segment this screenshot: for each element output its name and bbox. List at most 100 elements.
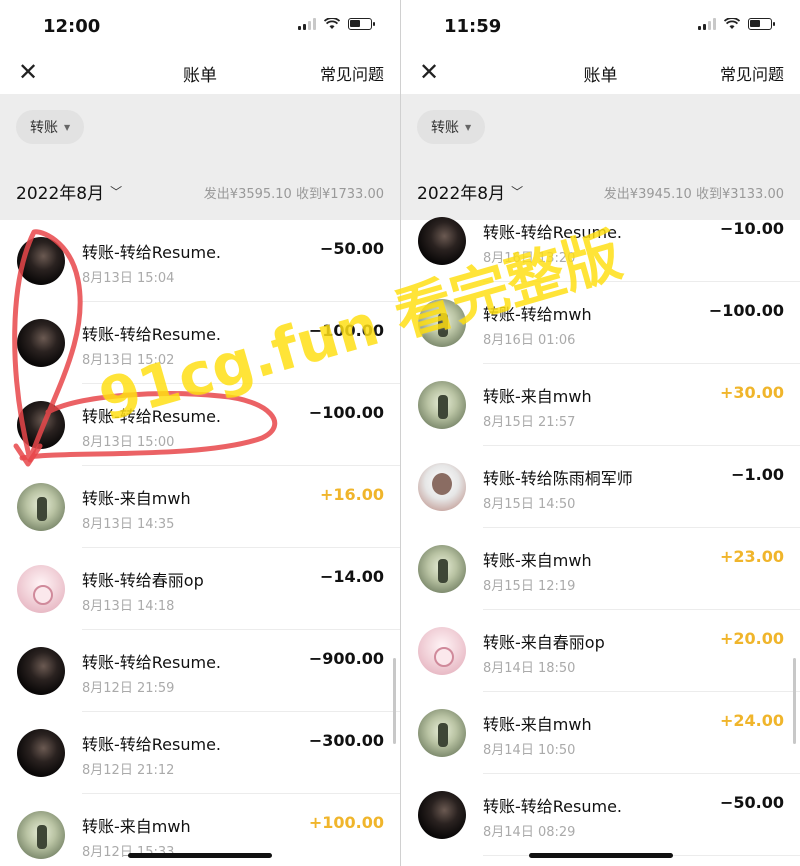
type-filter-dropdown[interactable]: 转账 ▼ [417,110,486,144]
transaction-row[interactable]: 转账-转给Resume. 8月13日 15:02 −100.00 [0,302,400,384]
wifi-icon [724,18,740,29]
filter-label: 转账 [30,120,58,136]
avatar [418,709,466,757]
transaction-row[interactable]: 转账-转给Resume. 8月13日 15:04 −50.00 [0,220,400,302]
transaction-title: 转账-转给Resume. [82,735,222,754]
battery-icon [748,18,775,30]
transaction-row[interactable]: 转账-转给陈雨桐军师 8月15日 14:50 −1.00 [401,446,800,528]
transaction-row[interactable]: 转账-来自春丽op 8月14日 18:50 +20.00 [401,610,800,692]
avatar [17,319,65,367]
scrollbar[interactable] [393,658,396,744]
transaction-title: 转账-转给Resume. [82,407,222,426]
month-bar: 2022年8月 ﹀ 发出¥3595.10 收到¥1733.00 [0,162,400,220]
transaction-time: 8月13日 15:04 [82,271,175,286]
status-time: 11:59 [444,16,502,37]
transaction-time: 8月15日 12:19 [483,579,576,594]
transaction-row[interactable]: 转账-转给Resume. 8月14日 08:29 −50.00 [401,774,800,856]
transaction-row[interactable]: 转账-转给Resume. 8月13日 15:00 −100.00 [0,384,400,466]
avatar [17,647,65,695]
avatar [17,237,65,285]
transaction-row[interactable]: 转账-来自mwh 8月15日 12:19 +23.00 [401,528,800,610]
status-bar: 12:00 [0,0,400,52]
caret-down-icon: ▼ [64,122,71,132]
month-label: 2022年8月 [16,184,105,204]
transaction-time: 8月13日 14:18 [82,599,175,614]
transaction-row[interactable]: 转账-转给Resume. 8月16日 13:20 −10.00 [401,200,800,282]
wifi-icon [324,18,340,29]
transaction-amount: +16.00 [319,485,384,504]
transaction-amount: −100.00 [308,321,384,340]
battery-icon [348,18,375,30]
transaction-amount: +30.00 [719,383,784,402]
scrollbar[interactable] [793,658,796,744]
transaction-time: 8月16日 01:06 [483,333,576,348]
transaction-amount: −50.00 [719,793,784,812]
filter-label: 转账 [431,120,459,136]
avatar [418,299,466,347]
transaction-title: 转账-转给Resume. [82,243,222,262]
avatar [17,811,65,859]
transaction-amount: −50.00 [319,239,384,258]
caret-down-icon: ▼ [465,122,472,132]
transaction-row[interactable]: 转账-来自mwh 8月13日 14:35 +16.00 [0,466,400,548]
transaction-title: 转账-来自mwh [483,551,592,570]
avatar [418,791,466,839]
transaction-row[interactable]: 转账-来自mwh 8月15日 21:57 +30.00 [401,364,800,446]
transaction-time: 8月16日 13:20 [483,251,576,266]
transaction-amount: −300.00 [308,731,384,750]
cellular-signal-icon [698,18,716,30]
transaction-time: 8月14日 10:50 [483,743,576,758]
chevron-down-icon: ﹀ [511,185,524,199]
transaction-title: 转账-来自mwh [483,387,592,406]
month-selector[interactable]: 2022年8月 ﹀ [16,179,122,204]
status-icons [298,18,375,30]
transaction-amount: −10.00 [719,219,784,238]
filter-area: 转账 ▼ [401,94,800,162]
transaction-title: 转账-来自春丽op [483,633,605,652]
transaction-amount: +20.00 [719,629,784,648]
transaction-title: 转账-转给陈雨桐军师 [483,469,633,488]
transaction-list: 转账-转给Resume. 8月13日 15:04 −50.00 转账-转给Resume… [0,220,400,866]
transaction-time: 8月13日 15:00 [82,435,175,450]
cellular-signal-icon [298,18,316,30]
transaction-title: 转账-转给Resume. [82,325,222,344]
transaction-time: 8月15日 14:50 [483,497,576,512]
transaction-amount: −100.00 [308,403,384,422]
avatar [17,729,65,777]
transaction-amount: +100.00 [308,813,384,832]
avatar [418,627,466,675]
avatar [17,565,65,613]
nav-bar: ✕ 账单 常见问题 [0,52,400,94]
type-filter-dropdown[interactable]: 转账 ▼ [16,110,85,144]
transaction-row[interactable]: 转账-来自mwh 8月14日 10:50 +24.00 [401,692,800,774]
home-indicator[interactable] [528,853,673,858]
transaction-title: 转账-来自mwh [82,817,191,836]
avatar [17,401,65,449]
home-indicator[interactable] [128,853,272,858]
avatar [418,545,466,593]
transaction-row[interactable]: 转账-转给Resume. 8月12日 21:59 −900.00 [0,630,400,712]
transaction-row[interactable]: 转账-转给mwh 8月16日 01:06 −100.00 [401,282,800,364]
transaction-amount: −1.00 [731,465,784,484]
avatar [418,381,466,429]
transaction-title: 转账-转给Resume. [483,797,623,816]
transaction-row[interactable]: 转账-转给Resume. 8月12日 21:12 −300.00 [0,712,400,794]
right-screen: 11:59 ✕ 账单 常见问题 转账 ▼ 2022年8月 ﹀ 发出¥3945.1… [401,0,800,866]
transaction-title: 转账-来自mwh [82,489,191,508]
transaction-amount: −100.00 [708,301,784,320]
avatar [418,463,466,511]
status-bar: 11:59 [401,0,800,52]
transaction-amount: −900.00 [308,649,384,668]
transaction-time: 8月15日 21:57 [483,415,576,430]
transaction-title: 转账-转给春丽op [82,571,204,590]
transaction-title: 转账-转给mwh [483,305,592,324]
chevron-down-icon: ﹀ [110,185,123,199]
status-icons [698,18,775,30]
faq-link[interactable]: 常见问题 [720,61,784,85]
transaction-amount: +23.00 [719,547,784,566]
transaction-title: 转账-转给Resume. [483,223,623,242]
month-summary: 发出¥3595.10 收到¥1733.00 [203,187,384,202]
transaction-row[interactable]: 转账-转给春丽op 8月13日 14:18 −14.00 [0,548,400,630]
faq-link[interactable]: 常见问题 [320,61,384,85]
transaction-list: 转账-转给Resume. 8月16日 13:20 −10.00 转账-转给mwh 8月1… [401,200,800,856]
